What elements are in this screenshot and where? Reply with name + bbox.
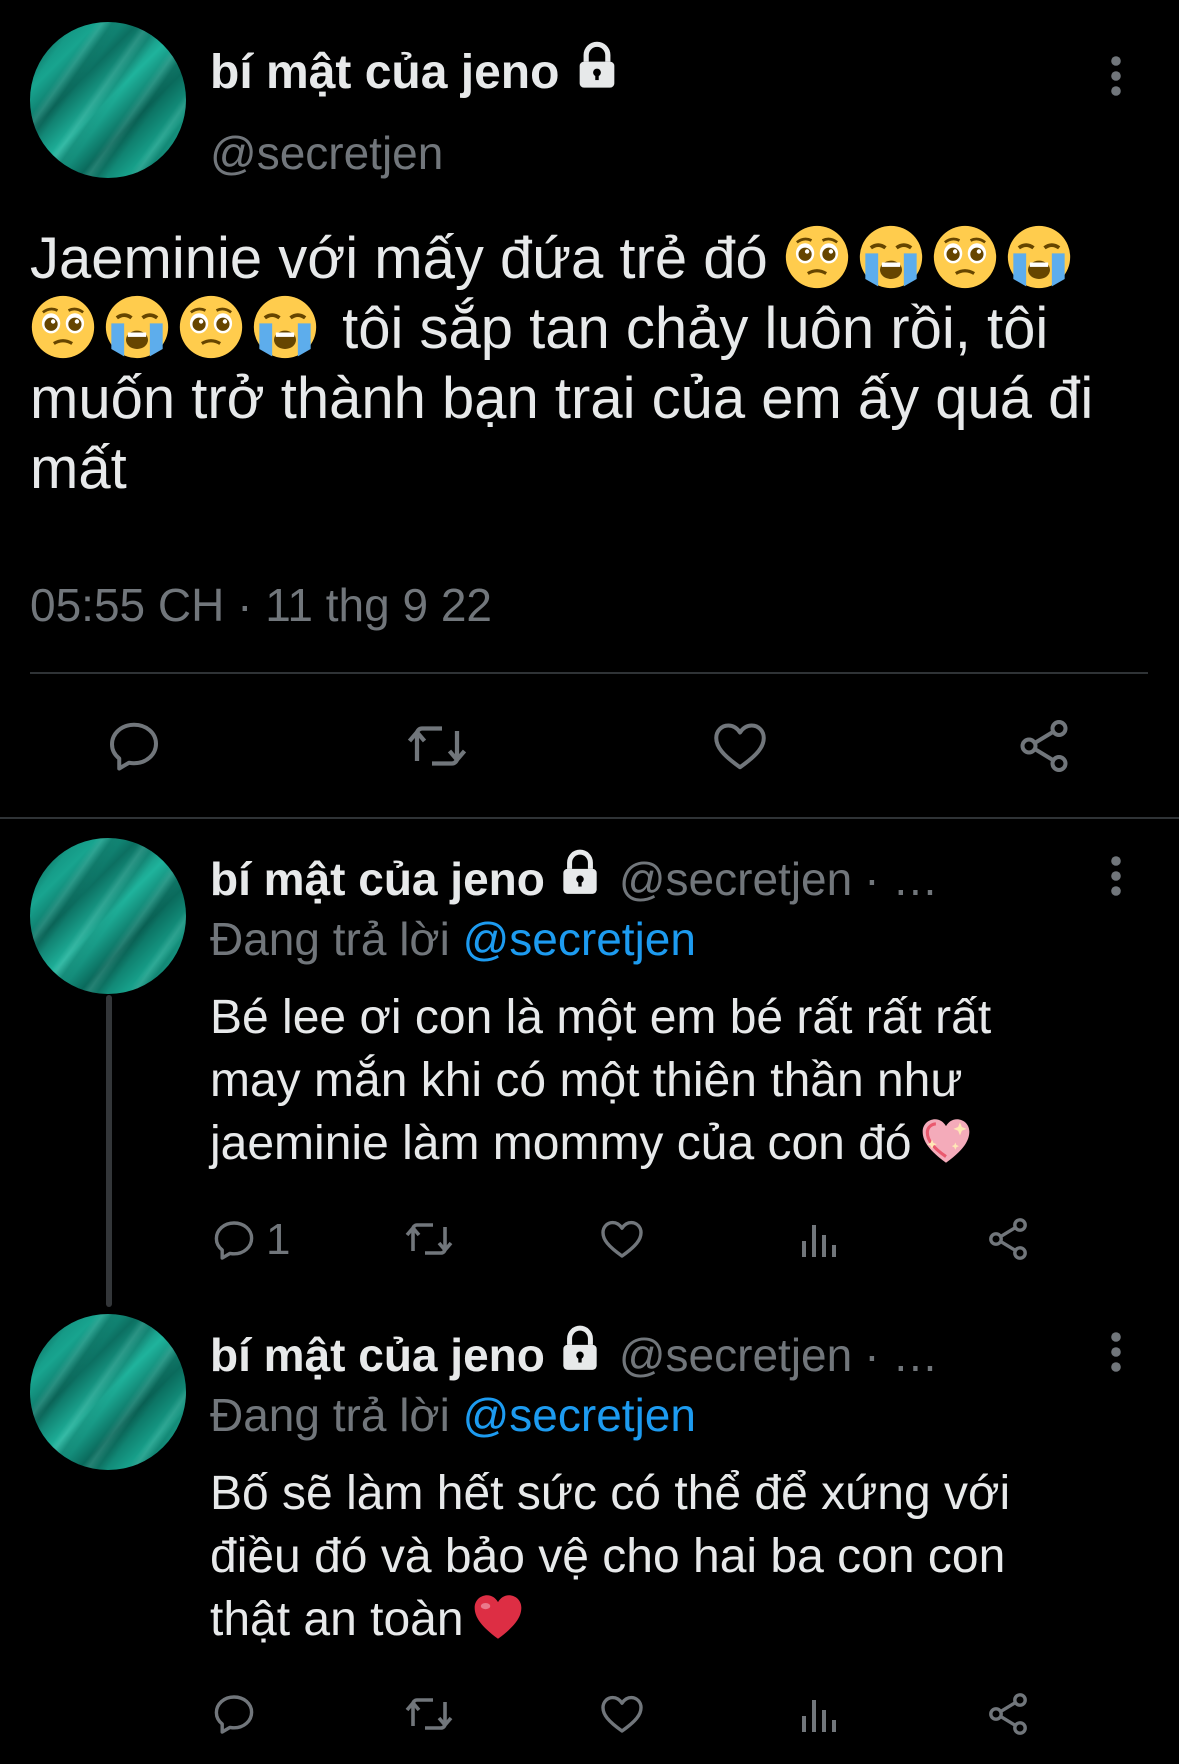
avatar[interactable] <box>30 22 186 178</box>
replying-to: Đang trả lời @secretjen <box>210 1388 696 1442</box>
retweet-icon <box>407 726 467 766</box>
tweet-text: Jaeminie với mấy đứa trẻ đó tôi sắp tan … <box>30 224 1150 504</box>
more-separator: · … <box>864 1328 939 1381</box>
reply-button[interactable] <box>210 1690 258 1738</box>
replying-to-label: Đang trả lời <box>210 1389 450 1441</box>
handle[interactable]: @secretjen <box>619 1328 852 1382</box>
views-icon <box>802 1225 836 1257</box>
share-button[interactable] <box>984 1690 1032 1738</box>
reply-icon <box>214 1221 254 1260</box>
like-icon <box>601 1695 643 1733</box>
replying-to: Đang trả lời @secretjen <box>210 912 696 966</box>
tweet-text-part1: Jaeminie với mấy đứa trẻ đó <box>30 226 768 291</box>
avatar[interactable] <box>30 838 186 994</box>
like-button[interactable] <box>710 716 770 776</box>
pleading-face-emoji <box>178 295 252 361</box>
avatar[interactable] <box>30 1314 186 1470</box>
handle[interactable]: @secretjen <box>210 126 443 180</box>
replying-to-label: Đang trả lời <box>210 913 450 965</box>
like-button[interactable] <box>598 1690 646 1738</box>
pleading-face-emoji <box>784 225 858 291</box>
reply-text-content: Bé lee ơi con là một em bé rất rất rất m… <box>210 991 992 1170</box>
divider <box>30 672 1148 674</box>
crying-face-emoji <box>858 225 932 291</box>
crying-face-emoji <box>1006 225 1080 291</box>
views-icon <box>802 1700 836 1732</box>
share-icon <box>989 1693 1027 1735</box>
more-options-icon[interactable] <box>1098 852 1134 900</box>
replying-to-link[interactable]: @secretjen <box>463 913 696 965</box>
retweet-icon <box>405 1223 453 1255</box>
reply-text: Bé lee ơi con là một em bé rất rất rất m… <box>210 986 1090 1175</box>
thread-line <box>106 995 112 1307</box>
reply-button[interactable] <box>104 716 164 776</box>
more-separator: · … <box>864 852 939 905</box>
tweet-timestamp[interactable]: 05:55 CH · 11 thg 9 22 <box>30 578 492 632</box>
sparkling-heart-emoji <box>912 1117 982 1170</box>
display-name[interactable]: bí mật của jeno <box>210 1328 545 1382</box>
share-button[interactable] <box>1014 716 1074 776</box>
retweet-icon <box>405 1698 453 1730</box>
more-options-icon[interactable] <box>1098 52 1134 100</box>
views-button[interactable] <box>794 1690 842 1738</box>
reply-icon <box>110 722 158 771</box>
pleading-face-emoji <box>30 295 104 361</box>
reply-button[interactable]: 1 <box>210 1215 290 1265</box>
like-icon <box>601 1220 643 1258</box>
lock-icon <box>555 848 605 909</box>
reply-icon <box>214 1695 254 1734</box>
pleading-face-emoji <box>932 225 1006 291</box>
divider <box>0 817 1179 819</box>
replying-to-link[interactable]: @secretjen <box>463 1389 696 1441</box>
like-icon <box>714 723 766 770</box>
share-icon <box>989 1218 1027 1260</box>
display-name[interactable]: bí mật của jeno <box>210 852 545 906</box>
share-icon <box>1020 720 1068 772</box>
crying-face-emoji <box>104 295 178 361</box>
more-options-icon[interactable] <box>1098 1328 1134 1376</box>
share-button[interactable] <box>984 1215 1032 1263</box>
lock-icon <box>555 1324 605 1385</box>
like-button[interactable] <box>598 1215 646 1263</box>
retweet-button[interactable] <box>402 1690 456 1738</box>
views-button[interactable] <box>794 1215 842 1263</box>
crying-face-emoji <box>252 295 326 361</box>
handle[interactable]: @secretjen <box>619 852 852 906</box>
display-name[interactable]: bí mật của jeno <box>210 45 559 100</box>
red-heart-emoji <box>464 1593 534 1646</box>
reply-text-content: Bố sẽ làm hết sức có thể để xứng với điề… <box>210 1467 1011 1646</box>
retweet-button[interactable] <box>402 1215 456 1263</box>
reply-text: Bố sẽ làm hết sức có thể để xứng với điề… <box>210 1462 1090 1651</box>
reply-count: 1 <box>266 1215 291 1264</box>
retweet-button[interactable] <box>404 716 470 776</box>
lock-icon <box>571 40 623 104</box>
